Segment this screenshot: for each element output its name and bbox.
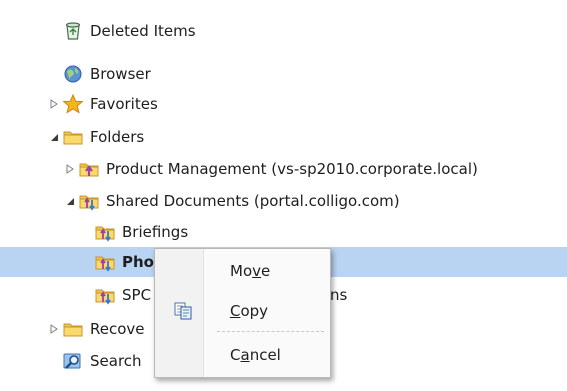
expand-arrow-icon[interactable] [48, 323, 60, 335]
tree-item-label: Shared Documents (portal.colligo.com) [106, 192, 400, 210]
collapse-arrow-icon[interactable] [48, 131, 60, 143]
tree-item-browser[interactable]: Browser [62, 61, 151, 87]
folder-tree-pane: Deleted Items Browser Favorites Folders … [0, 0, 567, 391]
tree-item-label: Deleted Items [90, 22, 196, 40]
tree-item-product-management[interactable]: Product Management (vs-sp2010.corporate.… [64, 156, 478, 182]
copy-icon [173, 301, 193, 321]
folder-icon [62, 319, 84, 339]
tree-item-label: Pho [122, 253, 154, 271]
menu-item-copy[interactable]: Copy [155, 296, 330, 326]
tree-item-folders[interactable]: Folders [48, 124, 144, 150]
menu-item-cancel[interactable]: Cancel [155, 340, 330, 370]
tree-item-label: Briefings [122, 223, 189, 241]
tree-item-label: Search [90, 352, 142, 370]
sync-folder-icon [94, 285, 116, 305]
search-folder-icon [62, 351, 84, 371]
expand-arrow-icon[interactable] [48, 98, 60, 110]
tree-item-deleted-items[interactable]: Deleted Items [62, 18, 196, 44]
menu-item-label: Cancel [230, 346, 281, 364]
sync-folder-icon [94, 252, 116, 272]
menu-item-label: Copy [230, 302, 269, 320]
tree-item-shared-documents[interactable]: Shared Documents (portal.colligo.com) [64, 188, 400, 214]
tree-item-label: Folders [90, 128, 145, 146]
expand-arrow-icon[interactable] [64, 163, 76, 175]
menu-item-label: Move [230, 262, 271, 280]
menu-separator [217, 331, 324, 332]
recycle-bin-icon [62, 21, 84, 41]
tree-item-label: SPC [122, 286, 152, 304]
menu-item-move[interactable]: Move [155, 256, 330, 286]
tree-item-label: Recove [90, 320, 145, 338]
tree-item-recovered[interactable]: Recove [48, 316, 145, 342]
folder-icon [62, 127, 84, 147]
star-icon [62, 94, 84, 114]
tree-item-briefings[interactable]: Briefings [94, 219, 188, 245]
tree-item-search[interactable]: Search [62, 348, 142, 374]
sync-folder-icon [78, 191, 100, 211]
sharepoint-folder-icon [78, 159, 100, 179]
tree-item-label: Product Management (vs-sp2010.corporate.… [106, 160, 478, 178]
tree-item-label-tail: ns [330, 286, 348, 304]
tree-item-favorites[interactable]: Favorites [48, 91, 158, 117]
sync-folder-icon [94, 222, 116, 242]
globe-icon [62, 64, 84, 84]
context-menu: Move Copy Cancel [154, 248, 331, 378]
tree-item-label: Favorites [90, 95, 158, 113]
collapse-arrow-icon[interactable] [64, 195, 76, 207]
tree-item-label: Browser [90, 65, 151, 83]
